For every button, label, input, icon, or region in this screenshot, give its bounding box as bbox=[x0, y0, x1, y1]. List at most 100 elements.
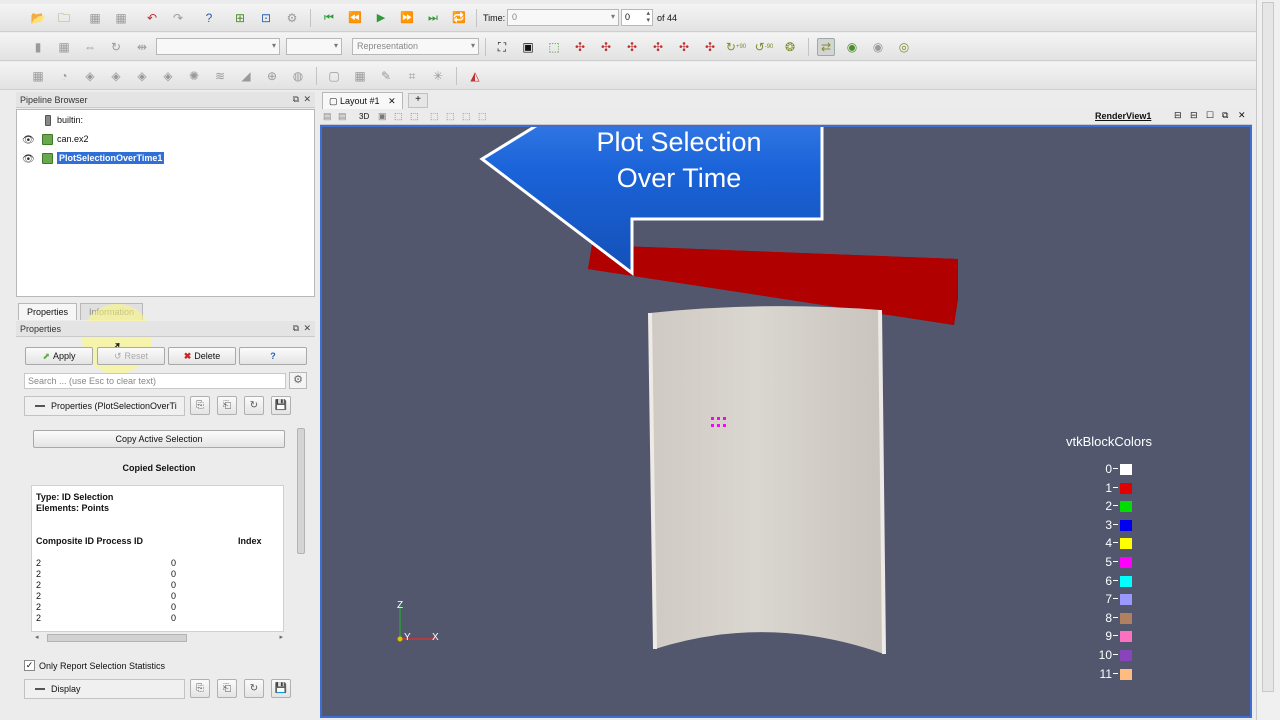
properties-section-header[interactable]: Properties (PlotSelectionOverTi bbox=[24, 396, 185, 416]
last-frame-icon[interactable]: ⏭ bbox=[424, 9, 442, 27]
view-camera-icon[interactable]: ▤ bbox=[323, 111, 332, 122]
show-center-icon[interactable]: ◉ bbox=[869, 38, 887, 56]
undo-icon[interactable]: ↶ bbox=[143, 9, 161, 27]
zoom-box-icon[interactable]: ⬚ bbox=[545, 38, 563, 56]
plot-over-line-icon[interactable]: ⌗ bbox=[403, 67, 421, 85]
selection-hscroll[interactable]: ◂ ▸ bbox=[33, 633, 285, 643]
capture-icon[interactable]: ▣ bbox=[378, 111, 387, 122]
outer-scrollbar[interactable] bbox=[1262, 2, 1274, 692]
frustum-points-icon[interactable]: ⬚ bbox=[446, 111, 455, 122]
clip-icon[interactable]: ◈ bbox=[81, 67, 99, 85]
view-plus-y-icon[interactable]: ✣ bbox=[623, 38, 641, 56]
hscroll-thumb[interactable] bbox=[47, 634, 187, 642]
polygon-select-icon[interactable]: ⬚ bbox=[462, 111, 471, 122]
copy-icon[interactable]: ⎘ bbox=[190, 679, 210, 698]
pipeline-item-plot-selection[interactable]: 👁 PlotSelectionOverTime1 bbox=[17, 150, 314, 168]
close-dock-icon[interactable]: ✕ bbox=[303, 323, 311, 334]
open-recent-icon[interactable]: 🗀 bbox=[55, 9, 73, 27]
find-data-icon[interactable]: ▢ bbox=[325, 67, 343, 85]
view-minus-z-icon[interactable]: ✣ bbox=[701, 38, 719, 56]
stream-tracer-icon[interactable]: ≋ bbox=[211, 67, 229, 85]
zoom-to-data-icon[interactable]: ▣ bbox=[519, 38, 537, 56]
add-layout-tab-button[interactable]: + bbox=[408, 93, 428, 108]
spin-arrows-icon[interactable]: ▴ ▾ bbox=[646, 10, 650, 24]
annotate-icon[interactable]: ✳ bbox=[429, 67, 447, 85]
extract-subset-icon[interactable]: ◈ bbox=[159, 67, 177, 85]
play-icon[interactable]: ▶ bbox=[372, 9, 390, 27]
connect-icon[interactable]: ⊞ bbox=[231, 9, 249, 27]
previous-frame-icon[interactable]: ⏪ bbox=[346, 9, 364, 27]
eye-icon[interactable]: 👁 bbox=[22, 154, 35, 165]
maximize-view-icon[interactable]: ☐ bbox=[1206, 110, 1214, 121]
pipeline-item-builtin[interactable]: builtin: bbox=[17, 112, 314, 130]
view-camera-icon[interactable]: ▤ bbox=[338, 111, 347, 122]
reset-camera-icon[interactable]: ⛶ bbox=[493, 38, 511, 56]
representation-select[interactable]: Representation bbox=[352, 38, 479, 55]
component-select[interactable] bbox=[286, 38, 342, 55]
restore-icon[interactable]: ↻ bbox=[244, 396, 264, 415]
contour-icon[interactable]: ◔ bbox=[55, 67, 73, 85]
glyph-icon[interactable]: ✺ bbox=[185, 67, 203, 85]
select-cells-icon[interactable]: ⬚ bbox=[394, 111, 403, 122]
interactive-select-icon[interactable]: ⇄ bbox=[817, 38, 835, 56]
rotate-plus-90-icon[interactable]: ↻ +90 bbox=[726, 38, 746, 56]
delete-button[interactable]: ✖ Delete bbox=[168, 347, 236, 365]
save-data-icon[interactable]: ▦ bbox=[86, 9, 104, 27]
range-over-time-icon[interactable]: ⇹ bbox=[133, 38, 151, 56]
open-file-icon[interactable]: 📂 bbox=[29, 9, 47, 27]
split-horizontal-icon[interactable]: ⊟ bbox=[1174, 110, 1182, 121]
save-state-icon[interactable]: ▦ bbox=[112, 9, 130, 27]
pipeline-item-can-ex2[interactable]: 👁 can.ex2 bbox=[17, 131, 314, 149]
scroll-right-icon[interactable]: ▸ bbox=[279, 633, 283, 641]
eye-icon[interactable]: 👁 bbox=[22, 135, 35, 146]
properties-vscroll[interactable] bbox=[296, 396, 306, 716]
close-tab-icon[interactable]: ✕ bbox=[388, 96, 396, 106]
help-icon[interactable]: ? bbox=[200, 9, 218, 27]
group-datasets-icon[interactable]: ⊕ bbox=[263, 67, 281, 85]
view-minus-y-icon[interactable]: ✣ bbox=[649, 38, 667, 56]
only-stats-checkbox[interactable]: ✓ bbox=[24, 660, 35, 671]
spreadsheet-icon[interactable]: ▦ bbox=[351, 67, 369, 85]
copy-icon[interactable]: ⎘ bbox=[190, 396, 210, 415]
paste-icon[interactable]: ⎗ bbox=[217, 396, 237, 415]
close-view-icon[interactable]: ✕ bbox=[1238, 110, 1246, 121]
first-frame-icon[interactable]: ⏮ bbox=[320, 9, 338, 27]
advanced-gear-icon[interactable]: ⚙ bbox=[289, 372, 307, 389]
vscroll-thumb[interactable] bbox=[297, 428, 305, 554]
redo-icon[interactable]: ↷ bbox=[169, 9, 187, 27]
tab-layout-1[interactable]: ▢ Layout #1 ✕ bbox=[322, 92, 403, 109]
split-vertical-icon[interactable]: ⊟ bbox=[1190, 110, 1198, 121]
custom-range-icon[interactable]: ↻ bbox=[107, 38, 125, 56]
color-legend-icon[interactable]: ▮ bbox=[29, 38, 47, 56]
reset-button[interactable]: ↺ Reset bbox=[97, 347, 165, 365]
float-view-icon[interactable]: ⧉ bbox=[1222, 110, 1228, 121]
disconnect-icon[interactable]: ⊡ bbox=[257, 9, 275, 27]
edit-colormap-icon[interactable]: ▦ bbox=[55, 38, 73, 56]
toggle-3d-button[interactable]: 3D bbox=[359, 112, 369, 121]
save-defaults-icon[interactable]: 💾 bbox=[271, 396, 291, 415]
slice-icon[interactable]: ◈ bbox=[107, 67, 125, 85]
tab-properties[interactable]: Properties bbox=[18, 303, 78, 320]
block-select-icon[interactable]: ⬚ bbox=[478, 111, 487, 122]
frustum-cells-icon[interactable]: ⬚ bbox=[430, 111, 439, 122]
close-dock-icon[interactable]: ✕ bbox=[303, 94, 311, 105]
apply-button[interactable]: ⬈ Apply bbox=[25, 347, 93, 365]
save-defaults-icon[interactable]: 💾 bbox=[271, 679, 291, 698]
calculator-icon[interactable]: ▦ bbox=[29, 67, 47, 85]
color-by-select[interactable] bbox=[156, 38, 280, 55]
warp-icon[interactable]: ◢ bbox=[237, 67, 255, 85]
help-button[interactable]: ? bbox=[239, 347, 307, 365]
view-plus-z-icon[interactable]: ✣ bbox=[675, 38, 693, 56]
next-frame-icon[interactable]: ⏩ bbox=[398, 9, 416, 27]
python-shell-icon[interactable]: ⚙ bbox=[283, 9, 301, 27]
reset-range-icon[interactable]: ⇔ bbox=[81, 38, 99, 56]
view-plus-x-icon[interactable]: ✣ bbox=[571, 38, 589, 56]
copy-active-selection-button[interactable]: Copy Active Selection bbox=[33, 430, 285, 448]
scroll-left-icon[interactable]: ◂ bbox=[35, 633, 39, 641]
select-points-icon[interactable]: ⬚ bbox=[410, 111, 419, 122]
plot-selection-over-time-icon[interactable]: ◭ bbox=[466, 67, 484, 85]
python-calc-icon[interactable]: ✎ bbox=[377, 67, 395, 85]
view-name[interactable]: RenderView1 bbox=[1095, 111, 1151, 121]
loop-icon[interactable]: 🔁 bbox=[450, 9, 468, 27]
float-dock-icon[interactable]: ⧉ bbox=[293, 323, 299, 334]
